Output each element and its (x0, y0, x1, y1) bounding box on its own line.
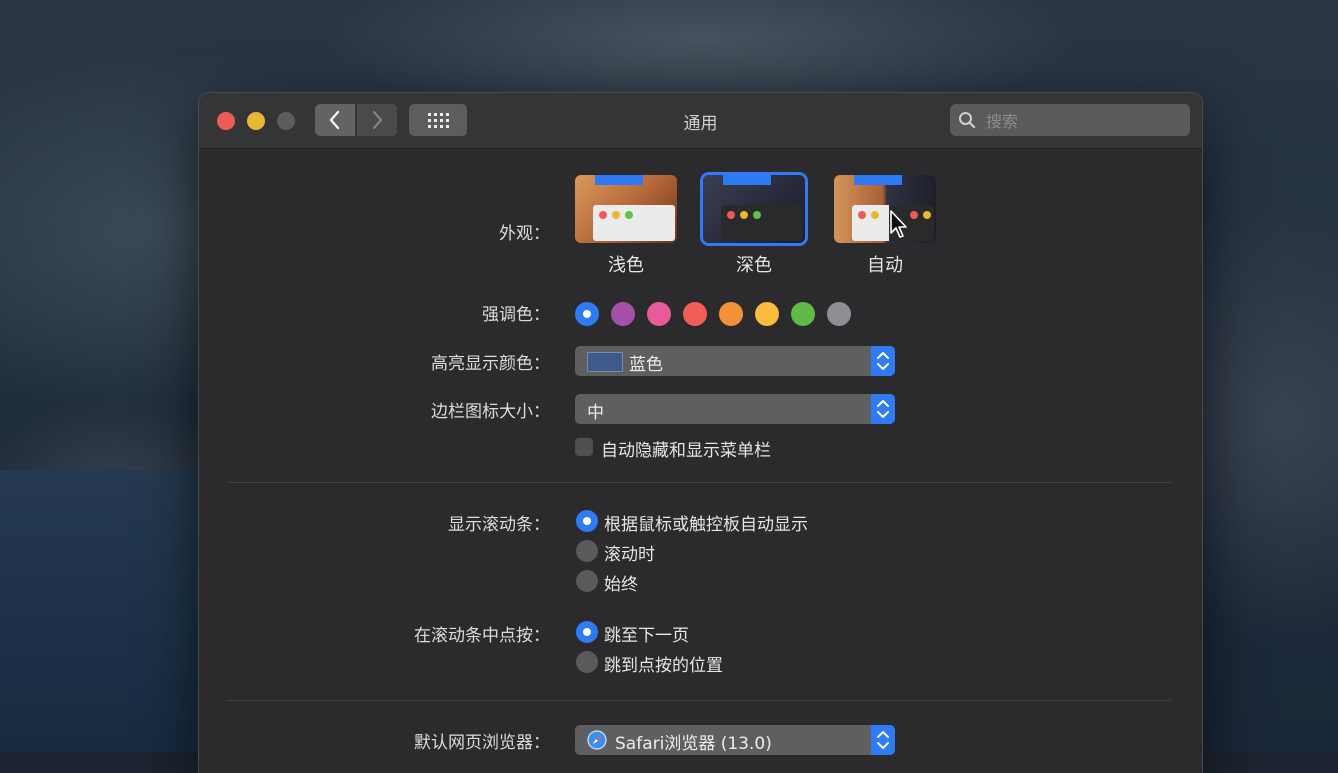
accent-color-label: 强调色： (482, 305, 550, 325)
scrollbars-when-scrolling-label: 滚动时 (604, 545, 655, 565)
section-divider (228, 482, 1171, 483)
thumb-window (593, 205, 675, 241)
accent-orange-swatch[interactable] (719, 302, 743, 326)
thumb-dot (740, 211, 748, 219)
sidebar-icon-size-popup[interactable]: 中 (575, 394, 895, 424)
accent-pink-swatch[interactable] (647, 302, 671, 326)
click-scrollbar-label: 在滚动条中点按： (414, 626, 550, 646)
appearance-auto-caption: 自动 (867, 255, 903, 276)
search-input[interactable] (984, 104, 1184, 138)
up-down-chevron-icon (877, 731, 889, 749)
safari-compass-icon (587, 730, 607, 750)
appearance-light-option[interactable] (575, 175, 677, 243)
search-icon (959, 112, 976, 129)
thumb-menubar (723, 175, 771, 185)
appearance-auto-option[interactable] (834, 175, 936, 243)
accent-purple-swatch[interactable] (611, 302, 635, 326)
show-scrollbars-label: 显示滚动条： (448, 515, 550, 535)
thumb-dot (727, 211, 735, 219)
accent-yellow-swatch[interactable] (755, 302, 779, 326)
jump-next-page-radio[interactable] (576, 621, 598, 643)
thumb-window (721, 205, 803, 241)
jump-next-page-label: 跳至下一页 (604, 626, 689, 646)
default-browser-popup[interactable]: Safari浏览器 (13.0) (575, 725, 895, 755)
thumb-dot (923, 211, 931, 219)
title-bar: 通用 (199, 93, 1202, 149)
scrollbars-always-label: 始终 (604, 575, 638, 595)
up-down-chevron-icon (877, 352, 889, 370)
jump-to-spot-label: 跳到点按的位置 (604, 656, 723, 676)
thumb-dot (871, 211, 879, 219)
highlight-color-popup[interactable]: 蓝色 (575, 346, 895, 376)
highlight-swatch (587, 352, 623, 372)
appearance-dark-caption: 深色 (736, 255, 772, 276)
search-field[interactable] (950, 104, 1190, 138)
accent-blue-swatch[interactable] (575, 302, 599, 326)
default-browser-value: Safari浏览器 (13.0) (615, 734, 772, 754)
thumb-dot (599, 211, 607, 219)
default-browser-label: 默认网页浏览器： (414, 733, 550, 753)
accent-graphite-swatch[interactable] (827, 302, 851, 326)
preferences-window: 通用 外观： 浅色 深色 (199, 93, 1202, 773)
thumb-dot (910, 211, 918, 219)
scrollbars-automatic-label: 根据鼠标或触控板自动显示 (604, 515, 808, 535)
auto-hide-menubar-checkbox[interactable] (575, 438, 593, 456)
thumb-menubar (854, 175, 902, 185)
up-down-chevron-icon (877, 400, 889, 418)
thumb-menubar (595, 175, 643, 185)
popup-stepper (871, 725, 895, 755)
thumb-dot (612, 211, 620, 219)
popup-stepper (871, 346, 895, 376)
sidebar-icon-size-label: 边栏图标大小： (431, 402, 550, 422)
highlight-color-value: 蓝色 (629, 355, 663, 375)
scrollbars-automatic-radio[interactable] (576, 510, 598, 532)
auto-hide-menubar-label: 自动隐藏和显示菜单栏 (601, 441, 771, 461)
highlight-color-label: 高亮显示颜色： (431, 354, 550, 374)
appearance-dark-option[interactable] (703, 175, 805, 243)
scrollbars-always-radio[interactable] (576, 570, 598, 592)
thumb-dot (625, 211, 633, 219)
scrollbars-when-scrolling-radio[interactable] (576, 540, 598, 562)
appearance-label: 外观： (499, 224, 550, 244)
thumb-dot (753, 211, 761, 219)
section-divider (228, 700, 1171, 701)
appearance-light-caption: 浅色 (608, 255, 644, 276)
popup-stepper (871, 394, 895, 424)
thumb-dot (858, 211, 866, 219)
mouse-pointer-icon (890, 210, 907, 238)
wallpaper-water (0, 470, 200, 752)
jump-to-spot-radio[interactable] (576, 651, 598, 673)
accent-green-swatch[interactable] (791, 302, 815, 326)
sidebar-icon-size-value: 中 (587, 403, 604, 423)
accent-red-swatch[interactable] (683, 302, 707, 326)
